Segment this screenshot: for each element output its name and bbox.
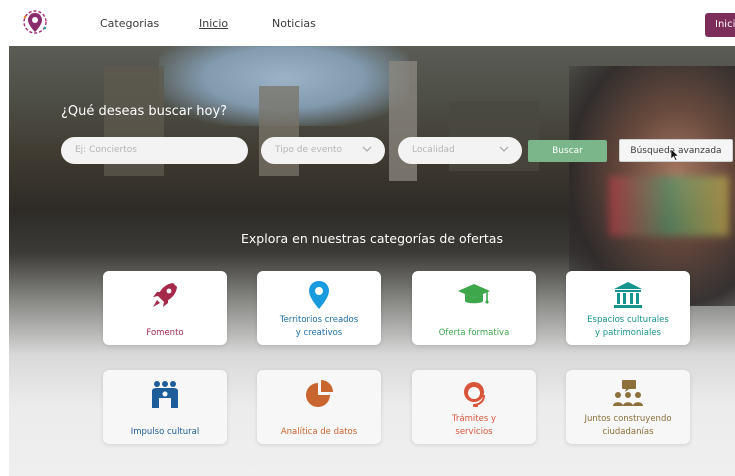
search-button[interactable]: Buscar	[528, 140, 607, 162]
location-placeholder: Localidad	[412, 145, 455, 155]
category-label: y patrimoniales	[595, 328, 661, 338]
category-label: Analítica de datos	[280, 427, 358, 437]
nav-categorias[interactable]: Categorias	[100, 17, 159, 30]
category-label: Impulso cultural	[130, 427, 200, 437]
category-label: Territorios creados	[279, 315, 359, 325]
nav-noticias[interactable]: Noticias	[272, 17, 316, 30]
search-heading: ¿Qué deseas buscar hoy?	[61, 104, 228, 119]
top-navigation-bar: Categorias Inicio Noticias Inici	[0, 0, 735, 46]
category-label: y creativos	[295, 328, 343, 338]
background-graffiti	[609, 176, 729, 236]
event-type-placeholder: Tipo de evento	[275, 145, 343, 155]
category-label: servicios	[455, 427, 493, 437]
pie-chart-icon	[306, 380, 333, 407]
category-label: Espacios culturales	[587, 315, 669, 325]
rocket-icon	[153, 283, 177, 307]
event-type-select[interactable]: Tipo de evento	[261, 137, 385, 164]
graduation-cap-icon	[458, 284, 490, 304]
category-label: Fomento	[146, 328, 184, 338]
category-label: Juntos construyendo	[584, 414, 672, 424]
category-card-tramites[interactable]: Trámites y servicios	[412, 370, 536, 444]
category-label: ciudadanías	[602, 427, 654, 437]
category-card-impulso-cultural[interactable]: Impulso cultural	[103, 370, 227, 444]
map-pin-icon	[309, 281, 329, 309]
category-label: Oferta formativa	[438, 328, 510, 338]
people-group-icon	[152, 381, 178, 408]
category-card-territorios[interactable]: Territorios creados y creativos	[257, 271, 381, 345]
support-agent-icon	[464, 382, 485, 407]
location-logo-icon[interactable]	[20, 8, 50, 38]
mouse-cursor-icon	[671, 149, 679, 161]
category-card-espacios-culturales[interactable]: Espacios culturales y patrimoniales	[566, 271, 690, 345]
chevron-down-icon	[362, 146, 372, 152]
community-icon	[613, 380, 643, 406]
category-label: Trámites y	[451, 414, 496, 424]
hero-section: ¿Qué deseas buscar hoy? Ej: Conciertos T…	[9, 46, 735, 476]
category-card-juntos[interactable]: Juntos construyendo ciudadanías	[566, 370, 690, 444]
category-card-analitica[interactable]: Analítica de datos	[257, 370, 381, 444]
location-select[interactable]: Localidad	[398, 137, 522, 164]
museum-icon	[614, 282, 642, 308]
login-button[interactable]: Inici	[705, 13, 735, 37]
keyword-search-input[interactable]: Ej: Conciertos	[61, 137, 248, 164]
chevron-down-icon	[499, 146, 509, 152]
category-card-oferta-formativa[interactable]: Oferta formativa	[412, 271, 536, 345]
nav-inicio[interactable]: Inicio	[199, 17, 228, 30]
category-card-fomento[interactable]: Fomento	[103, 271, 227, 345]
categories-heading: Explora en nuestras categorías de oferta…	[241, 231, 503, 246]
